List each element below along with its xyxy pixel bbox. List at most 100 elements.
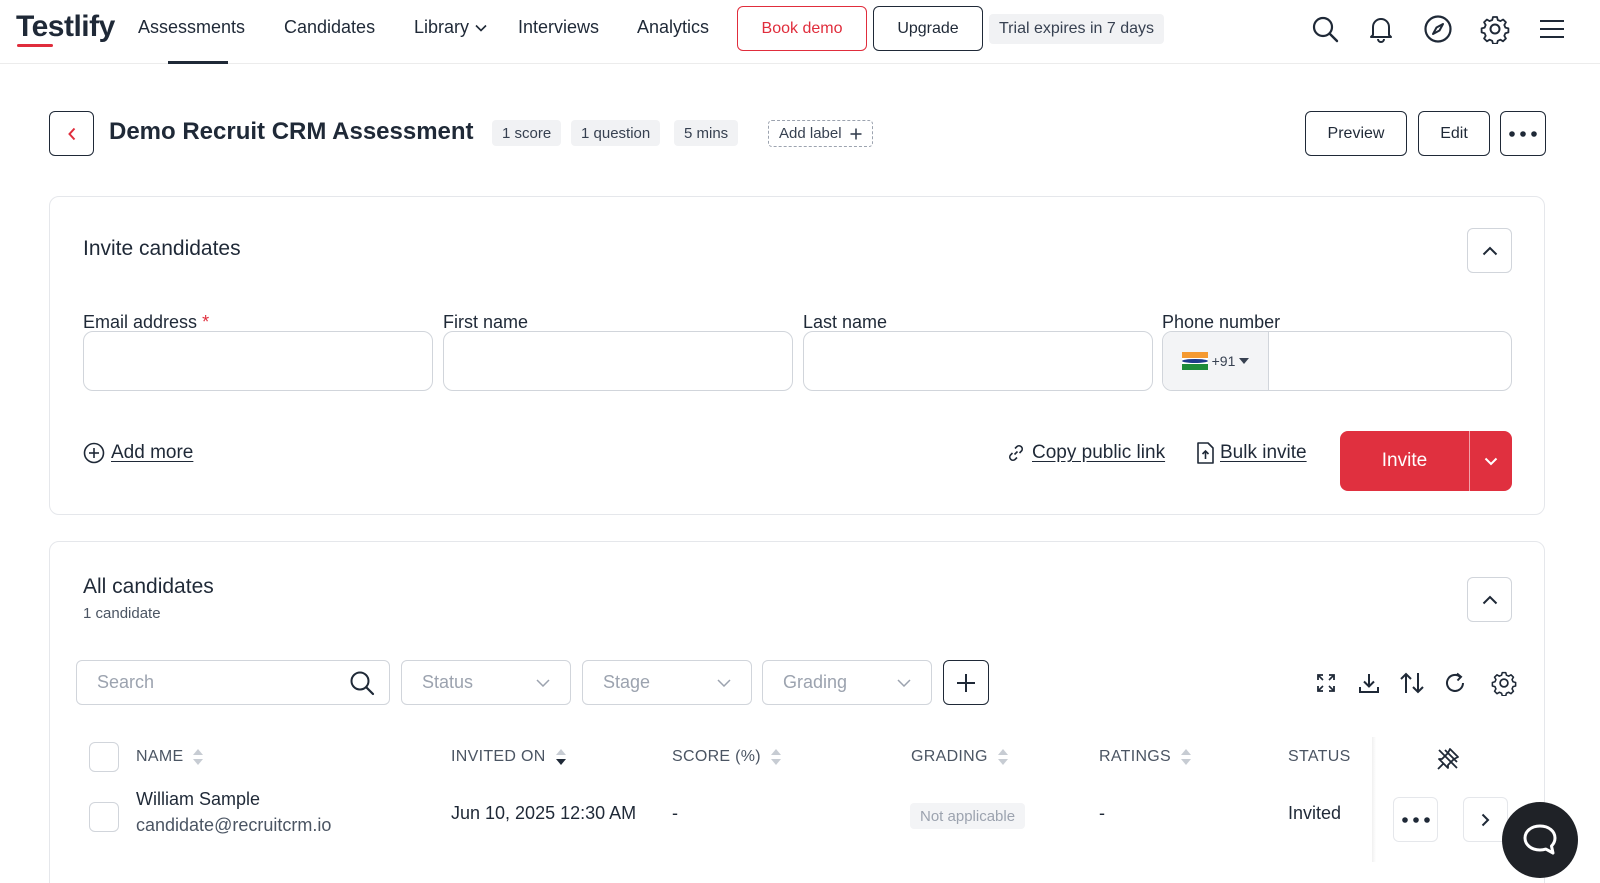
search-icon[interactable] xyxy=(349,670,375,696)
collapse-invite-button[interactable] xyxy=(1467,228,1512,273)
book-demo-button[interactable]: Book demo xyxy=(737,6,867,51)
candidate-ratings: - xyxy=(1099,803,1105,823)
gear-icon[interactable] xyxy=(1478,12,1512,46)
stage-filter-label: Stage xyxy=(603,672,651,692)
first-name-field[interactable] xyxy=(443,331,793,391)
column-header-invited-on-label: INVITED ON xyxy=(451,748,546,765)
collapse-candidates-button[interactable] xyxy=(1467,577,1512,622)
column-header-score[interactable]: SCORE (%) xyxy=(672,748,781,766)
add-label-text: Add label xyxy=(779,125,842,142)
chevron-down-icon xyxy=(1484,457,1498,466)
compass-icon[interactable] xyxy=(1421,12,1455,46)
nav-assessments[interactable]: Assessments xyxy=(138,17,245,38)
column-header-score-label: SCORE (%) xyxy=(672,748,761,765)
candidate-count: 1 candidate xyxy=(83,605,161,622)
table-settings-icon[interactable] xyxy=(1489,668,1519,698)
logo-accent xyxy=(17,44,53,47)
stage-filter[interactable]: Stage xyxy=(582,660,752,705)
invite-button[interactable]: Invite xyxy=(1340,431,1470,491)
candidate-email: candidate@recruitcrm.io xyxy=(136,815,332,835)
top-navbar: Testlify Assessments Candidates Library … xyxy=(0,0,1600,64)
column-header-grading[interactable]: GRADING xyxy=(911,748,1008,766)
column-header-status-label: STATUS xyxy=(1288,748,1351,765)
column-header-grading-label: GRADING xyxy=(911,748,988,765)
grading-filter[interactable]: Grading xyxy=(762,660,932,705)
nav-library-label: Library xyxy=(414,17,470,37)
nav-interviews[interactable]: Interviews xyxy=(518,17,599,38)
candidate-invited-on: Jun 10, 2025 12:30 AM xyxy=(451,803,637,823)
add-more-link[interactable]: Add more xyxy=(83,442,193,464)
row-checkbox[interactable] xyxy=(89,802,119,832)
grading-filter-label: Grading xyxy=(783,672,848,692)
menu-icon[interactable] xyxy=(1535,12,1569,46)
add-label-button[interactable]: Add label xyxy=(768,120,873,147)
more-options-button[interactable] xyxy=(1500,111,1546,156)
first-name-label: First name xyxy=(443,312,529,332)
caret-down-icon xyxy=(1239,358,1250,364)
link-icon xyxy=(1006,443,1026,463)
sort-icon[interactable] xyxy=(1397,668,1427,698)
chevron-down-icon xyxy=(536,678,550,687)
sort-arrows-icon xyxy=(770,749,781,765)
row-more-button[interactable] xyxy=(1393,797,1438,842)
invite-options-button[interactable] xyxy=(1470,431,1512,491)
candidates-card-title: All candidates xyxy=(83,575,214,598)
sort-arrows-icon xyxy=(1181,749,1192,765)
candidate-name[interactable]: William Sample xyxy=(136,789,260,810)
nav-active-indicator xyxy=(168,61,228,64)
email-label: Email address * xyxy=(83,312,209,333)
email-label-text: Email address xyxy=(83,312,198,332)
phone-field[interactable]: +91 xyxy=(1162,331,1512,391)
select-all-checkbox[interactable] xyxy=(89,742,119,772)
refresh-icon[interactable] xyxy=(1440,668,1470,698)
question-chip: 1 question xyxy=(571,120,661,146)
status-filter[interactable]: Status xyxy=(401,660,571,705)
candidate-search xyxy=(76,660,390,705)
bell-icon[interactable] xyxy=(1364,12,1398,46)
download-icon[interactable] xyxy=(1354,668,1384,698)
last-name-field[interactable] xyxy=(803,331,1153,391)
column-header-status[interactable]: STATUS xyxy=(1288,748,1351,766)
upload-file-icon xyxy=(1196,442,1214,464)
chevron-up-icon xyxy=(1482,246,1498,256)
bulk-invite-link[interactable]: Bulk invite xyxy=(1196,442,1307,464)
column-header-name[interactable]: NAME xyxy=(136,748,204,766)
more-dots-icon xyxy=(1401,816,1430,823)
status-filter-label: Status xyxy=(422,672,474,692)
plus-icon xyxy=(850,128,862,140)
sort-arrows-icon xyxy=(555,749,566,765)
score-chip: 1 score xyxy=(492,120,562,146)
nav-library[interactable]: Library xyxy=(414,17,487,38)
unpin-icon[interactable] xyxy=(1436,747,1460,771)
country-code-select[interactable]: +91 xyxy=(1163,332,1269,390)
sort-arrows-icon xyxy=(997,749,1008,765)
country-code-text: +91 xyxy=(1211,353,1236,369)
bulk-invite-text: Bulk invite xyxy=(1220,442,1307,463)
nav-candidates[interactable]: Candidates xyxy=(284,17,375,38)
search-input[interactable] xyxy=(77,661,337,704)
search-icon[interactable] xyxy=(1308,12,1342,46)
chevron-up-icon xyxy=(1482,595,1498,605)
candidate-status: Invited xyxy=(1288,803,1342,823)
column-header-invited-on[interactable]: INVITED ON xyxy=(451,748,566,766)
app-logo[interactable]: Testlify xyxy=(16,10,115,44)
support-chat-button[interactable] xyxy=(1502,802,1578,878)
nav-analytics[interactable]: Analytics xyxy=(637,17,709,38)
expand-icon[interactable] xyxy=(1311,668,1341,698)
page-title: Demo Recruit CRM Assessment xyxy=(109,118,474,145)
preview-button[interactable]: Preview xyxy=(1305,111,1407,156)
chevron-down-icon xyxy=(717,678,731,687)
back-button[interactable] xyxy=(49,111,94,156)
invite-candidates-card: Invite candidates Email address * First … xyxy=(49,196,1545,515)
duration-chip: 5 mins xyxy=(674,120,739,146)
copy-public-link[interactable]: Copy public link xyxy=(1006,442,1165,464)
column-header-ratings[interactable]: RATINGS xyxy=(1099,748,1192,766)
edit-button[interactable]: Edit xyxy=(1418,111,1490,156)
chevron-down-icon xyxy=(475,24,487,32)
column-header-ratings-label: RATINGS xyxy=(1099,748,1172,765)
upgrade-button[interactable]: Upgrade xyxy=(873,6,983,51)
email-field[interactable] xyxy=(83,331,433,391)
chat-bubble-icon xyxy=(1522,823,1558,857)
sort-arrows-icon xyxy=(193,749,204,765)
add-filter-button[interactable] xyxy=(943,660,989,705)
